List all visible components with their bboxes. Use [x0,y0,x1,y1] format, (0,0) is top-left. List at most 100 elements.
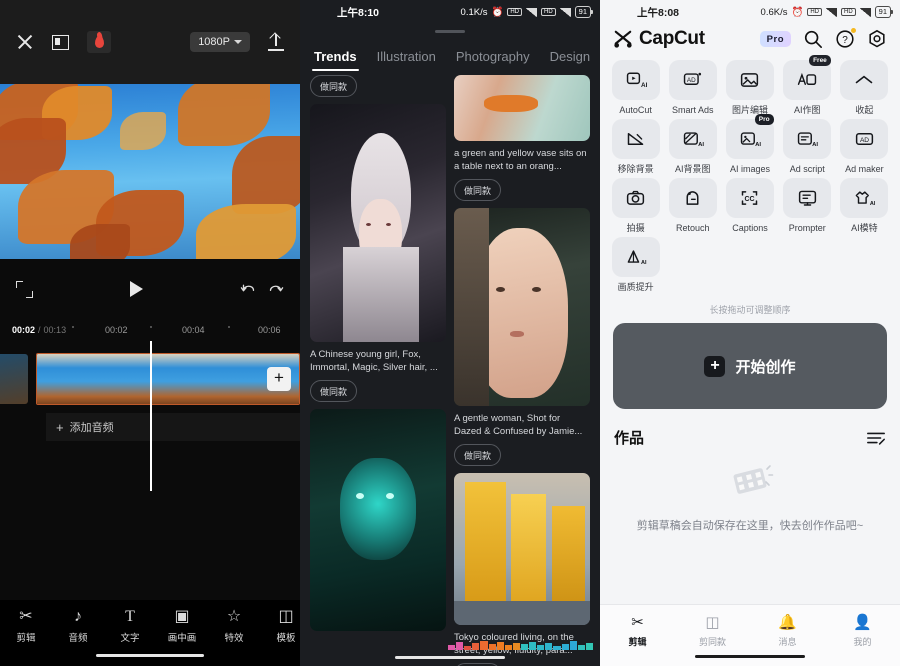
nav-label: 我的 [853,635,871,648]
close-icon[interactable] [16,33,34,51]
tool-ai-draw[interactable]: Free AI作图 [780,60,835,116]
add-audio-track[interactable]: + 添加音频 [46,413,300,441]
signal-icon-2 [860,8,871,17]
play-icon[interactable] [130,281,143,297]
card-thumbnail[interactable] [310,409,446,631]
timeline-tracks[interactable]: + + 添加音频 [0,341,300,491]
flame-icon[interactable] [87,31,111,53]
camera-icon [612,178,660,218]
tool-ai-images[interactable]: Pro AI AI images [722,119,777,175]
network-speed: 0.1K/s [461,7,488,18]
pro-badge[interactable]: Pro [760,31,791,47]
tool-prompter[interactable]: Prompter [780,178,835,234]
ai-draw-icon [783,60,831,100]
make-same-button[interactable]: 做同款 [454,444,501,466]
hd-icon: HD [507,8,522,16]
toolbar-item-text[interactable]: T 文字 [104,608,156,644]
tab-illustration[interactable]: Illustration [377,49,436,71]
search-icon[interactable] [803,29,823,49]
sort-icon[interactable] [866,430,886,446]
works-title: 作品 [614,427,644,448]
sheet-handle[interactable] [435,30,465,33]
tool-autocut[interactable]: AI AutoCut [608,60,663,116]
tool-captions[interactable]: CC Captions [722,178,777,234]
resolution-button[interactable]: 1080P [190,32,250,52]
add-clip-button[interactable]: + [267,367,291,391]
tool-retouch[interactable]: Retouch [665,178,720,234]
card-thumbnail[interactable] [454,473,590,625]
tab-trends[interactable]: Trends [314,49,357,71]
fullscreen-icon[interactable] [16,281,33,298]
gear-icon[interactable] [867,29,887,49]
gallery-card[interactable]: a green and yellow vase sits on a table … [454,75,590,201]
make-same-button[interactable]: 做同款 [310,380,357,402]
tool-remove-background[interactable]: 移除背景 [608,119,663,175]
home-indicator [96,654,204,658]
toolbar-item-edit[interactable]: ✂ 剪辑 [0,608,52,644]
capcut-mark-icon [613,30,633,48]
enhance-quality-icon: AI [612,237,660,277]
undo-icon[interactable] [240,282,257,297]
tool-ad-maker[interactable]: AD Ad maker [837,119,892,175]
gallery-card[interactable]: A Chinese young girl, Fox, Immortal, Mag… [310,104,446,402]
ruler-tick-1: 00:02 [105,325,128,335]
ruler-tick-3: 00:06 [258,325,281,335]
chevron-down-icon [234,40,242,44]
person-icon: 👤 [853,613,872,631]
works-section-header: 作品 [600,409,900,448]
tool-camera[interactable]: 拍摄 [608,178,663,234]
svg-text:AI: AI [698,142,704,148]
pro-badge: Pro [755,114,774,125]
tool-collapse[interactable]: 收起 [837,60,892,116]
nav-item-profile[interactable]: 👤 我的 [825,613,900,666]
aspect-ratio-icon[interactable] [52,35,69,50]
nav-item-templates[interactable]: ◫ 剪同款 [675,613,750,666]
svg-text:AI: AI [755,142,761,148]
start-creating-button[interactable]: + 开始创作 [613,323,887,409]
toolbar-item-template[interactable]: ◫ 模板 [260,608,300,644]
tool-smart-ads[interactable]: AD Smart Ads [665,60,720,116]
timeline-ruler[interactable]: 00:02 / 00:13 00:02 00:04 00:06 [0,319,300,341]
video-preview[interactable] [0,84,300,259]
gallery-card[interactable]: A gentle woman, Shot for Dazed & Confuse… [454,208,590,466]
help-circle-icon[interactable]: ? [835,29,855,49]
hd-icon-2: HD [841,8,856,16]
card-thumbnail[interactable] [454,75,590,141]
gallery-card[interactable]: Tokyo coloured living, on the street, ye… [454,473,590,666]
signal-icon-1 [526,8,537,17]
status-bar: 上午8:10 0.1K/s ⏰ HD HD 91 [300,0,600,24]
tool-ad-script[interactable]: AI Ad script [780,119,835,175]
grid-column-right: a green and yellow vase sits on a table … [454,75,590,666]
make-same-button[interactable]: 做同款 [310,75,357,97]
card-thumbnail[interactable] [454,208,590,406]
home-indicator [695,655,805,659]
tool-enhance-quality[interactable]: AI 画质提升 [608,237,663,293]
tool-image-edit[interactable]: 图片编辑 [722,60,777,116]
export-upload-icon[interactable] [268,33,284,51]
gallery-card[interactable] [310,409,446,631]
playhead[interactable] [150,341,152,491]
svg-text:AI: AI [641,82,647,89]
gallery-card[interactable]: 做同款 [310,75,446,97]
make-same-button[interactable]: 做同款 [454,179,501,201]
card-thumbnail[interactable] [310,104,446,342]
add-audio-label: 添加音频 [70,419,114,435]
video-clip[interactable]: + [36,353,300,405]
status-bar: 上午8:08 0.6K/s ⏰ HD HD 91 [600,0,900,24]
nav-item-messages[interactable]: 🔔 消息 [750,613,825,666]
bell-icon: 🔔 [778,613,797,631]
tool-ai-background[interactable]: AI AI背景图 [665,119,720,175]
tool-ai-model[interactable]: AI AI模特 [837,178,892,234]
tab-design[interactable]: Design [550,49,590,71]
redo-icon[interactable] [267,282,284,297]
tool-label: AI模特 [851,223,878,234]
cover-thumbnail[interactable] [0,354,28,404]
toolbar-item-audio[interactable]: ♪ 音频 [52,608,104,644]
tab-photography[interactable]: Photography [456,49,530,71]
template-icon: ◫ [705,613,719,631]
create-label: 开始创作 [735,356,795,377]
toolbar-item-pip[interactable]: ▣ 画中画 [156,608,208,644]
nav-item-edit[interactable]: ✂ 剪辑 [600,613,675,666]
masonry-grid[interactable]: 做同款 A Chinese young girl, Fox, Immortal,… [300,71,600,666]
toolbar-item-effects[interactable]: ☆ 特效 [208,608,260,644]
